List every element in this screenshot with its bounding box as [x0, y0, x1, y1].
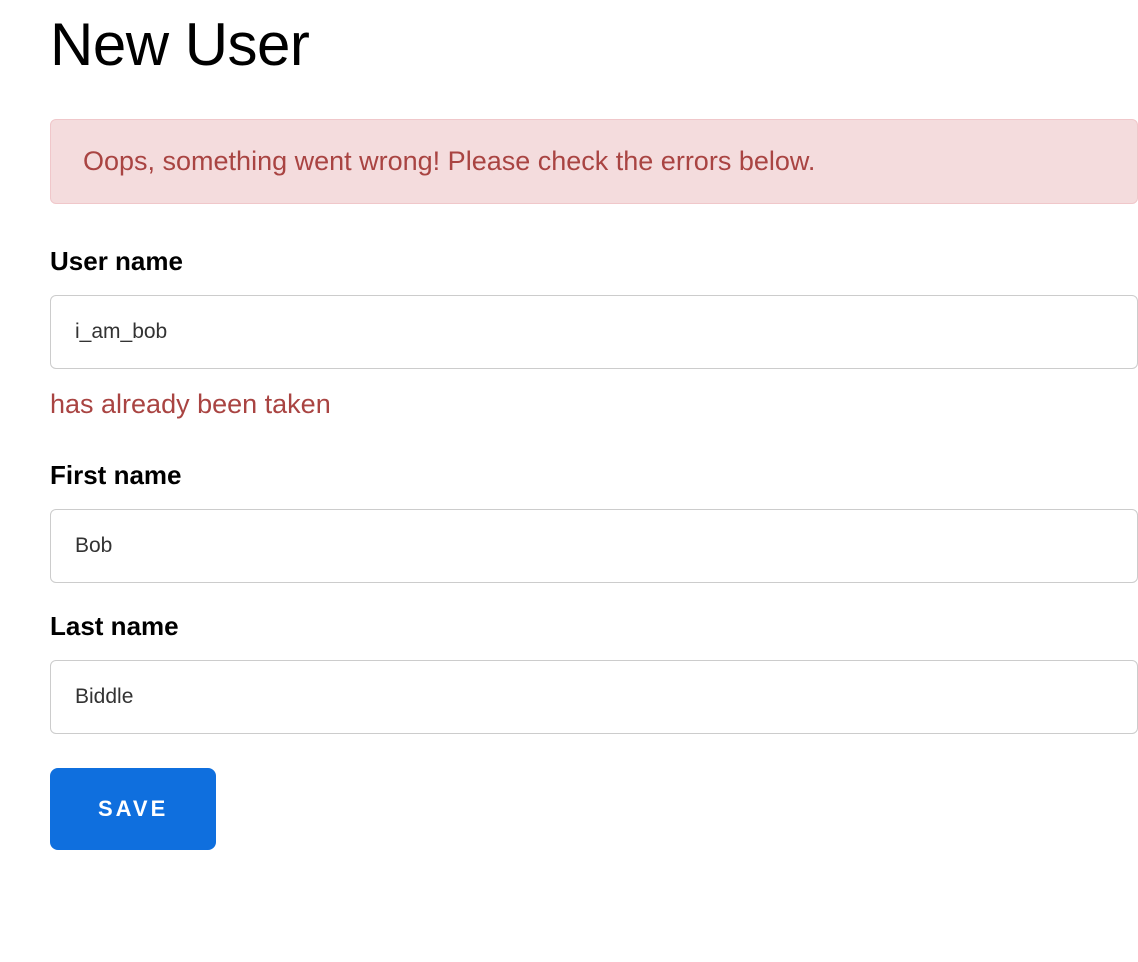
last-name-input[interactable]	[50, 660, 1138, 734]
username-label: User name	[50, 246, 1138, 277]
last-name-field-group: Last name	[50, 611, 1138, 734]
save-button[interactable]: SAVE	[50, 768, 216, 850]
username-error: has already been taken	[50, 389, 1138, 420]
error-banner-text: Oops, something went wrong! Please check…	[83, 146, 815, 176]
error-banner: Oops, something went wrong! Please check…	[50, 119, 1138, 204]
first-name-label: First name	[50, 460, 1138, 491]
first-name-input[interactable]	[50, 509, 1138, 583]
first-name-field-group: First name	[50, 460, 1138, 583]
page-title: New User	[50, 10, 1138, 79]
username-field-group: User name has already been taken	[50, 246, 1138, 420]
username-input[interactable]	[50, 295, 1138, 369]
last-name-label: Last name	[50, 611, 1138, 642]
